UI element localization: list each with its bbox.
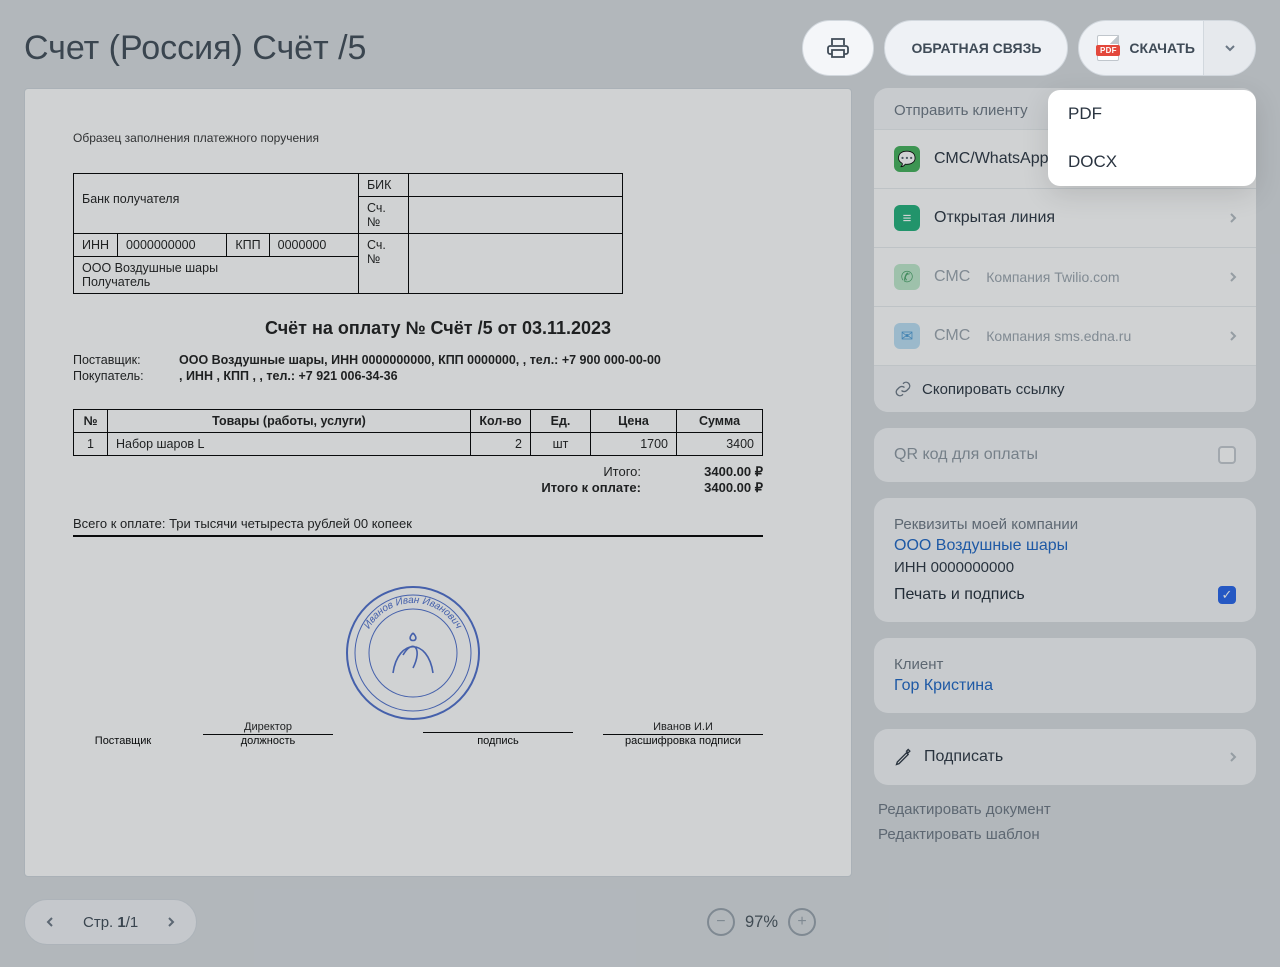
chevron-right-icon — [1228, 752, 1238, 762]
pager: Стр. 1/1 — [24, 899, 197, 945]
chevron-left-icon — [44, 916, 56, 928]
chevron-right-icon — [1228, 272, 1238, 282]
download-label: СКАЧАТЬ — [1129, 40, 1195, 56]
company-name-link[interactable]: ООО Воздушные шары — [894, 537, 1236, 555]
download-button[interactable]: СКАЧАТЬ — [1078, 20, 1256, 76]
feedback-button[interactable]: ОБРАТНАЯ СВЯЗЬ — [884, 20, 1068, 76]
zoom-out-button[interactable]: − — [707, 908, 735, 936]
client-name-link[interactable]: Гор Кристина — [894, 677, 1236, 695]
signature-icon — [894, 747, 914, 767]
document-preview: Образец заполнения платежного поручения … — [24, 88, 852, 877]
download-pdf-option[interactable]: PDF — [1048, 90, 1256, 138]
chevron-right-icon — [1228, 331, 1238, 341]
openline-icon: ≡ — [894, 205, 920, 231]
sign-action[interactable]: Подписать — [874, 729, 1256, 785]
print-button[interactable] — [802, 20, 874, 76]
chevron-right-icon — [165, 916, 177, 928]
zoom-in-button[interactable]: + — [788, 908, 816, 936]
chevron-right-icon — [1228, 213, 1238, 223]
qr-block: QR код для оплаты — [874, 428, 1256, 482]
bank-table: Банк получателя БИК Сч. № ИНН 0000000000… — [73, 173, 623, 294]
download-docx-option[interactable]: DOCX — [1048, 138, 1256, 186]
stamp-icon: Иванов Иван Иванович — [343, 583, 483, 723]
pager-prev[interactable] — [35, 907, 65, 937]
company-inn: ИНН 0000000000 — [894, 559, 1236, 576]
send-sms-edna[interactable]: ✉ СМС Компания sms.edna.ru — [874, 306, 1256, 365]
company-block: Реквизиты моей компании ООО Воздушные ша… — [874, 498, 1256, 622]
qr-checkbox[interactable] — [1218, 446, 1236, 464]
qr-label: QR код для оплаты — [894, 446, 1038, 464]
items-table: № Товары (работы, услуги) Кол-во Ед. Цен… — [73, 409, 763, 456]
sms-icon: ✉ — [894, 323, 920, 349]
table-row: 1 Набор шаров L 2 шт 1700 3400 — [74, 433, 763, 456]
pager-next[interactable] — [156, 907, 186, 937]
edit-document-link[interactable]: Редактировать документ — [878, 801, 1256, 818]
whatsapp-icon: ✆ — [894, 264, 920, 290]
printer-icon — [826, 36, 850, 60]
stamp-checkbox[interactable] — [1218, 586, 1236, 604]
svg-text:Иванов Иван Иванович: Иванов Иван Иванович — [362, 595, 464, 631]
doc-title: Счёт на оплату № Счёт /5 от 03.11.2023 — [73, 318, 803, 339]
download-format-menu: PDF DOCX — [1048, 90, 1256, 186]
client-block: Клиент Гор Кристина — [874, 638, 1256, 713]
chat-icon: 💬 — [894, 146, 920, 172]
page-title: Счет (Россия) Счёт /5 — [24, 29, 802, 68]
send-sms-twilio[interactable]: ✆ СМС Компания Twilio.com — [874, 247, 1256, 306]
link-icon — [894, 380, 912, 398]
zoom-value: 97% — [745, 913, 778, 932]
send-openline[interactable]: ≡ Открытая линия — [874, 188, 1256, 247]
edit-template-link[interactable]: Редактировать шаблон — [878, 826, 1256, 843]
copy-link[interactable]: Скопировать ссылку — [874, 365, 1256, 412]
doc-hint: Образец заполнения платежного поручения — [73, 131, 803, 145]
stamp-label: Печать и подпись — [894, 586, 1025, 604]
pdf-file-icon — [1097, 35, 1119, 61]
doc-parties: Поставщик:ООО Воздушные шары, ИНН 000000… — [73, 353, 803, 383]
zoom-controls: − 97% + — [707, 908, 816, 936]
chevron-down-icon — [1224, 42, 1236, 54]
download-caret-button[interactable] — [1203, 21, 1255, 75]
